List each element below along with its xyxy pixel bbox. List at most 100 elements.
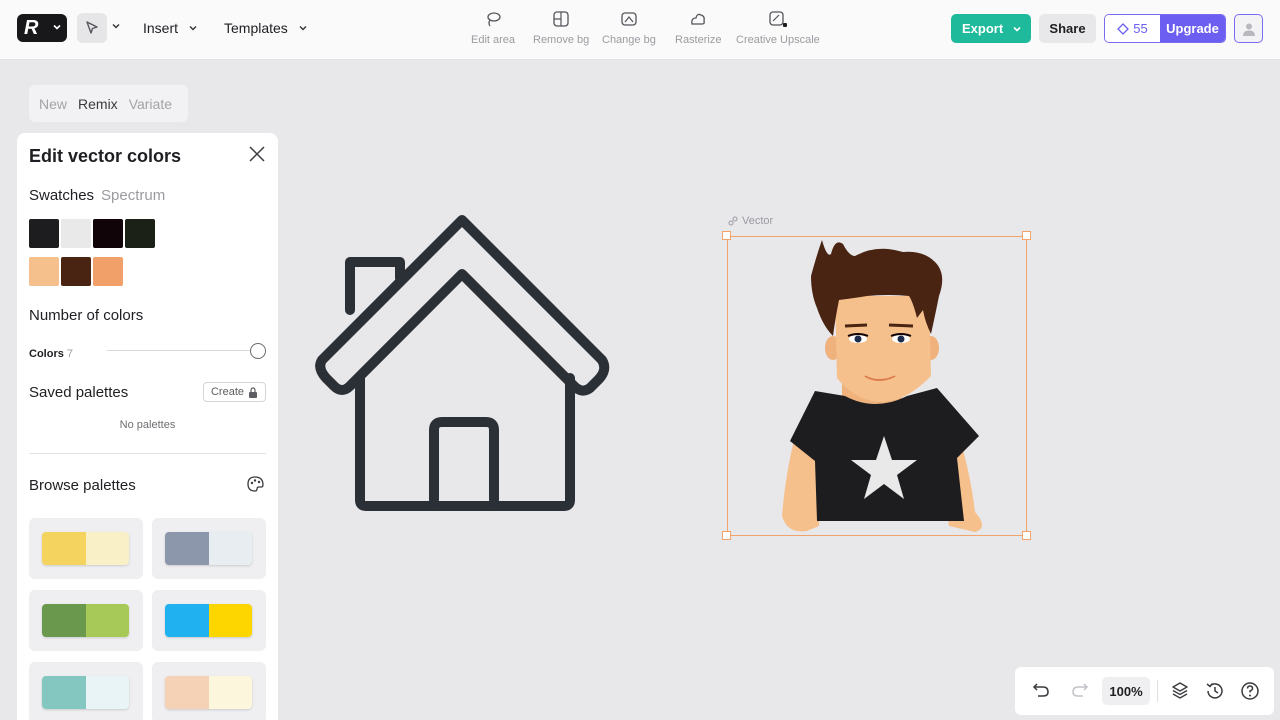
palette-strip [42,532,129,565]
credits-badge[interactable]: 55 [1105,15,1160,42]
resize-handle-top-left[interactable] [722,231,731,240]
remove-bg-icon [553,11,569,27]
resize-handle-bottom-right[interactable] [1022,531,1031,540]
rasterize-tool[interactable]: Rasterize [675,10,721,46]
templates-menu[interactable]: Templates [224,20,308,36]
selection-label-text: Vector [742,215,774,227]
palette-card[interactable] [29,662,143,720]
palette-card[interactable] [152,662,266,720]
zoom-level[interactable]: 100% [1102,677,1150,705]
diamond-icon [1117,22,1130,35]
export-button[interactable]: Export [951,14,1031,43]
chevron-down-icon [299,25,307,31]
divider [1157,680,1158,702]
change-bg-tool[interactable]: Change bg [602,10,656,46]
colors-slider-row: Colors 7 [29,343,266,360]
palette-color [208,676,252,709]
color-swatch[interactable] [29,257,59,286]
house-vector-graphic[interactable] [312,210,612,515]
app-logo-icon: R [24,16,39,39]
credits-upgrade-group: 55 Upgrade [1104,14,1226,43]
colors-slider-knob[interactable] [250,343,266,359]
tab-new[interactable]: New [39,96,67,112]
color-swatch[interactable] [29,219,59,248]
upscale-icon [769,11,787,27]
palette-color [85,604,129,637]
selection-bounding-box [727,236,1027,536]
palette-color [208,532,252,565]
creative-upscale-tool[interactable]: Creative Upscale [736,10,820,46]
selection-label: Vector [728,215,773,227]
tab-variate[interactable]: Variate [129,96,172,112]
palette-color [85,532,129,565]
create-label: Create [210,386,245,398]
upgrade-button[interactable]: Upgrade [1160,15,1225,42]
user-avatar-button[interactable] [1234,14,1263,43]
chevron-down-icon [53,24,61,30]
resize-handle-top-right[interactable] [1022,231,1031,240]
palette-strip [42,676,129,709]
palette-color [165,604,209,637]
colors-label: Colors [29,348,64,360]
edit-area-tool[interactable]: Edit area [471,10,515,46]
upgrade-label: Upgrade [1166,21,1219,36]
tool-chevron-down-icon[interactable] [111,21,121,31]
color-swatch[interactable] [125,219,155,248]
chevron-down-icon [1013,26,1021,32]
bottom-controls: 100% [1015,667,1274,715]
palette-strip [42,604,129,637]
select-tool-button[interactable] [77,13,107,43]
share-button[interactable]: Share [1039,14,1096,43]
create-palette-button[interactable]: Create [203,382,266,402]
mode-tabs: New Remix Variate [29,85,188,122]
palette-strip [165,676,252,709]
insert-menu[interactable]: Insert [143,20,198,36]
history-icon[interactable] [1205,681,1225,701]
palette-color [165,532,209,565]
palette-strip [165,532,252,565]
insert-menu-label: Insert [143,20,179,36]
app-menu-button[interactable]: R [17,14,67,42]
vector-icon [728,216,738,226]
rasterize-label: Rasterize [675,34,722,46]
redo-icon[interactable] [1071,681,1089,699]
change-bg-label: Change bg [602,34,656,46]
help-icon[interactable] [1240,681,1260,701]
palette-card[interactable] [29,518,143,579]
color-swatch[interactable] [61,257,91,286]
tab-swatches[interactable]: Swatches [29,187,94,204]
layers-icon[interactable] [1171,681,1189,699]
color-swatch[interactable] [93,257,123,286]
palette-card[interactable] [152,590,266,651]
palette-color [42,676,86,709]
palette-color [85,676,129,709]
colors-slider-track[interactable] [107,350,252,351]
saved-palettes-heading: Saved palettes [29,384,129,401]
close-icon[interactable] [248,145,266,163]
remove-bg-tool[interactable]: Remove bg [533,10,589,46]
share-label: Share [1049,21,1086,36]
panel-title: Edit vector colors [29,146,182,166]
undo-icon[interactable] [1032,681,1050,699]
color-swatch[interactable] [61,219,91,248]
palette-color [42,604,86,637]
color-swatch[interactable] [93,219,123,248]
palette-strip [165,604,252,637]
edit-vector-colors-panel: Edit vector colors Swatches Spectrum Num… [17,133,278,720]
tab-spectrum[interactable]: Spectrum [101,187,165,204]
palette-color [208,604,252,637]
lasso-icon [487,12,501,27]
creative-upscale-label: Creative Upscale [736,34,820,46]
tab-remix[interactable]: Remix [78,96,118,112]
divider [29,453,266,454]
palette-card[interactable] [152,518,266,579]
palette-icon[interactable] [246,475,266,493]
chevron-down-icon [189,25,197,31]
edit-area-label: Edit area [471,34,516,46]
browse-palettes-heading: Browse palettes [29,477,136,494]
resize-handle-bottom-left[interactable] [722,531,731,540]
colors-value: 7 [66,348,73,360]
credits-count: 55 [1133,21,1148,36]
palette-card[interactable] [29,590,143,651]
palette-color [165,676,209,709]
